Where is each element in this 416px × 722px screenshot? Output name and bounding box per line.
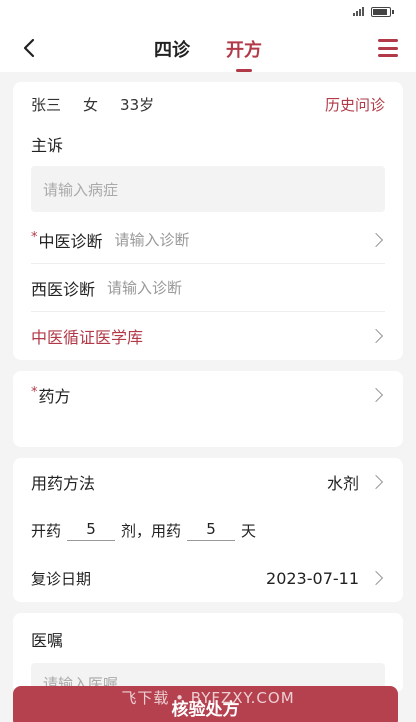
- prescription-card: * 药方: [13, 371, 403, 447]
- advice-card: 医嘱 请输入医嘱: [13, 613, 403, 699]
- tab-four-diagnosis[interactable]: 四诊: [154, 36, 190, 62]
- western-diagnosis-label: 西医诊断: [31, 279, 96, 299]
- chevron-right-icon: [368, 474, 384, 490]
- doses-unit: 剂，用药: [121, 521, 182, 540]
- tcm-library-row[interactable]: 中医循证医学库: [31, 312, 385, 360]
- days-input[interactable]: 5: [187, 520, 236, 541]
- complaint-input[interactable]: 请输入病症: [31, 166, 385, 212]
- complaint-label: 主诉: [31, 136, 64, 155]
- chevron-right-icon: [368, 570, 384, 586]
- top-nav: 四诊 开方: [0, 24, 416, 72]
- tcm-diagnosis-row[interactable]: * 中医诊断 请输入诊断: [31, 216, 385, 264]
- followup-date-value: 2023-07-11: [266, 568, 359, 588]
- patient-info: 张三 女 33岁 历史问诊: [31, 82, 385, 126]
- patient-card: 张三 女 33岁 历史问诊 主诉 请输入病症 * 中医诊断 请输入诊断 西医诊断…: [13, 82, 403, 360]
- battery-icon: [371, 7, 394, 17]
- usage-method-row[interactable]: 用药方法 水剂: [31, 458, 385, 506]
- chevron-right-icon: [368, 328, 384, 344]
- tcm-library-link[interactable]: 中医循证医学库: [31, 324, 143, 348]
- usage-method-value: 水剂: [326, 474, 359, 493]
- main-content: 张三 女 33岁 历史问诊 主诉 请输入病症 * 中医诊断 请输入诊断 西医诊断…: [0, 72, 416, 699]
- signal-icon: [353, 7, 364, 16]
- dosage-row: 开药 5 剂，用药 5 天: [31, 506, 385, 554]
- required-mark: *: [31, 385, 38, 400]
- doses-input[interactable]: 5: [67, 520, 116, 541]
- watermark: 飞下载 • BYFZXY.COM: [121, 689, 295, 707]
- required-mark: *: [31, 230, 38, 245]
- status-bar: [0, 0, 416, 24]
- tcm-diagnosis-placeholder: 请输入诊断: [114, 231, 190, 249]
- advice-label: 医嘱: [31, 631, 64, 650]
- tab-bar: 四诊 开方: [0, 36, 416, 72]
- usage-card: 用药方法 水剂 开药 5 剂，用药 5 天 复诊日期 2023-07-11: [13, 458, 403, 602]
- patient-gender: 女: [83, 95, 99, 114]
- history-consultation-link[interactable]: 历史问诊: [325, 94, 385, 115]
- western-diagnosis-row[interactable]: 西医诊断 请输入诊断: [31, 264, 385, 312]
- followup-date-row[interactable]: 复诊日期 2023-07-11: [31, 554, 385, 602]
- chevron-right-icon: [368, 232, 384, 247]
- prescription-label: 药方: [38, 387, 71, 406]
- western-diagnosis-input[interactable]: 请输入诊断: [107, 277, 182, 298]
- patient-name: 张三: [31, 95, 62, 114]
- menu-icon[interactable]: [378, 39, 398, 57]
- complaint-placeholder: 请输入病症: [43, 180, 119, 199]
- days-unit: 天: [241, 521, 257, 540]
- followup-date-label: 复诊日期: [31, 569, 92, 588]
- patient-age: 33岁: [120, 95, 155, 114]
- chevron-right-icon: [368, 387, 384, 403]
- tcm-diagnosis-label: 中医诊断: [38, 231, 103, 251]
- usage-method-label: 用药方法: [31, 474, 96, 493]
- tab-prescribe[interactable]: 开方: [226, 36, 262, 72]
- open-label: 开药: [31, 521, 62, 540]
- prescription-row[interactable]: * 药方: [31, 371, 385, 419]
